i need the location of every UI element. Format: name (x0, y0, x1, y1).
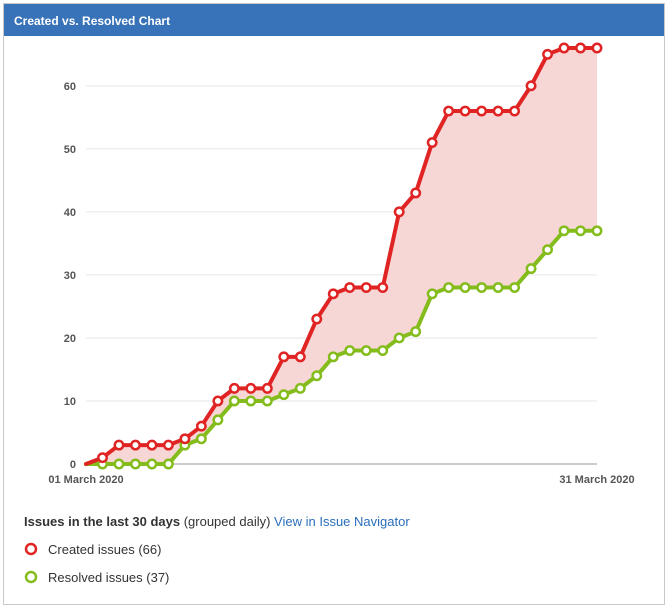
x-tick-label-start: 01 March 2020 (48, 474, 123, 486)
legend-title: Issues in the last 30 days (24, 514, 181, 529)
created-data-point[interactable] (113, 439, 125, 451)
resolved-data-point[interactable] (360, 345, 372, 356)
created-data-point[interactable] (459, 105, 471, 117)
resolved-data-point[interactable] (410, 326, 422, 338)
created-data-point[interactable] (278, 351, 290, 363)
created-data-point[interactable] (344, 282, 356, 293)
created-data-point[interactable] (212, 395, 224, 407)
y-tick-label: 30 (64, 270, 76, 282)
created-data-point[interactable] (261, 382, 273, 394)
resolved-data-point[interactable] (525, 263, 537, 275)
panel-title: Created vs. Resolved Chart (4, 4, 664, 36)
resolved-data-point[interactable] (113, 458, 125, 470)
y-tick-label: 60 (64, 81, 76, 93)
created-data-point[interactable] (228, 382, 240, 394)
chart-panel: Created vs. Resolved Chart 0 10 20 30 40 50 60… (3, 3, 665, 605)
created-data-point[interactable] (377, 282, 389, 293)
legend: Issues in the last 30 days (grouped dail… (24, 514, 410, 597)
resolved-data-point[interactable] (459, 282, 471, 293)
resolved-data-point[interactable] (278, 389, 290, 401)
created-data-point[interactable] (492, 105, 504, 117)
resolved-data-point[interactable] (344, 345, 356, 356)
legend-item-resolved[interactable]: Resolved issues (37) (24, 569, 410, 585)
created-data-point[interactable] (410, 187, 422, 199)
created-data-point[interactable] (476, 105, 488, 117)
resolved-data-point[interactable] (130, 458, 141, 470)
resolved-data-point[interactable] (212, 414, 224, 426)
created-data-point[interactable] (195, 420, 207, 432)
y-tick-label: 10 (64, 396, 76, 408)
created-data-point[interactable] (509, 105, 521, 117)
created-data-point[interactable] (294, 351, 306, 363)
resolved-data-point[interactable] (195, 433, 207, 445)
created-resolved-gap-area (86, 48, 597, 464)
created-data-point[interactable] (443, 105, 455, 117)
created-data-point[interactable] (426, 137, 438, 148)
resolved-data-point[interactable] (327, 351, 339, 363)
resolved-data-point[interactable] (311, 370, 323, 382)
created-data-point[interactable] (360, 282, 372, 293)
resolved-data-point[interactable] (426, 288, 438, 300)
created-data-point[interactable] (146, 439, 158, 451)
y-tick-label: 20 (64, 333, 76, 345)
created-data-point[interactable] (179, 433, 191, 445)
gap-area (86, 48, 597, 464)
created-data-point[interactable] (575, 42, 586, 54)
created-data-point[interactable] (162, 439, 174, 451)
created-data-point[interactable] (327, 288, 339, 300)
view-in-issue-navigator-link[interactable]: View in Issue Navigator (274, 514, 410, 529)
resolved-data-point[interactable] (393, 332, 405, 344)
resolved-data-point[interactable] (162, 458, 174, 470)
resolved-data-point[interactable] (261, 395, 273, 407)
created-data-point[interactable] (591, 42, 603, 54)
resolved-data-point[interactable] (492, 282, 504, 293)
y-axis: 0 10 20 30 40 50 60 (64, 81, 76, 471)
resolved-data-point[interactable] (591, 225, 603, 237)
created-data-point[interactable] (130, 439, 141, 451)
resolved-data-point[interactable] (542, 244, 553, 256)
legend-item-created[interactable]: Created issues (66) (24, 541, 410, 557)
created-data-point[interactable] (542, 48, 553, 60)
resolved-data-point[interactable] (245, 395, 257, 407)
resolved-data-point[interactable] (443, 282, 455, 293)
resolved-data-point[interactable] (228, 395, 240, 407)
legend-resolved-label: Resolved issues (37) (48, 569, 170, 585)
legend-created-label: Created issues (66) (48, 541, 162, 557)
created-vs-resolved-chart: 0 10 20 30 40 50 60 01 March 2020 31 March 2020 (48, 42, 635, 486)
created-data-point[interactable] (311, 313, 323, 325)
resolved-data-point[interactable] (476, 282, 488, 293)
resolved-data-point[interactable] (377, 345, 389, 356)
resolved-data-point[interactable] (509, 282, 521, 293)
created-data-point[interactable] (97, 452, 108, 464)
created-data-point[interactable] (525, 80, 537, 92)
resolved-data-point[interactable] (146, 458, 158, 470)
resolved-data-point[interactable] (558, 225, 570, 237)
created-data-point[interactable] (245, 382, 257, 394)
legend-header: Issues in the last 30 days (grouped dail… (24, 514, 410, 529)
resolved-marker-icon (24, 570, 38, 584)
y-tick-label: 0 (70, 459, 76, 471)
created-data-point[interactable] (558, 42, 570, 54)
y-tick-label: 50 (64, 144, 76, 156)
resolved-data-point[interactable] (575, 225, 586, 237)
y-tick-label: 40 (64, 207, 76, 219)
legend-subtitle: (grouped daily) (183, 514, 271, 529)
resolved-data-point[interactable] (294, 382, 306, 394)
created-data-point[interactable] (393, 206, 405, 218)
x-tick-label-end: 31 March 2020 (559, 474, 634, 486)
created-marker-icon (24, 542, 38, 556)
